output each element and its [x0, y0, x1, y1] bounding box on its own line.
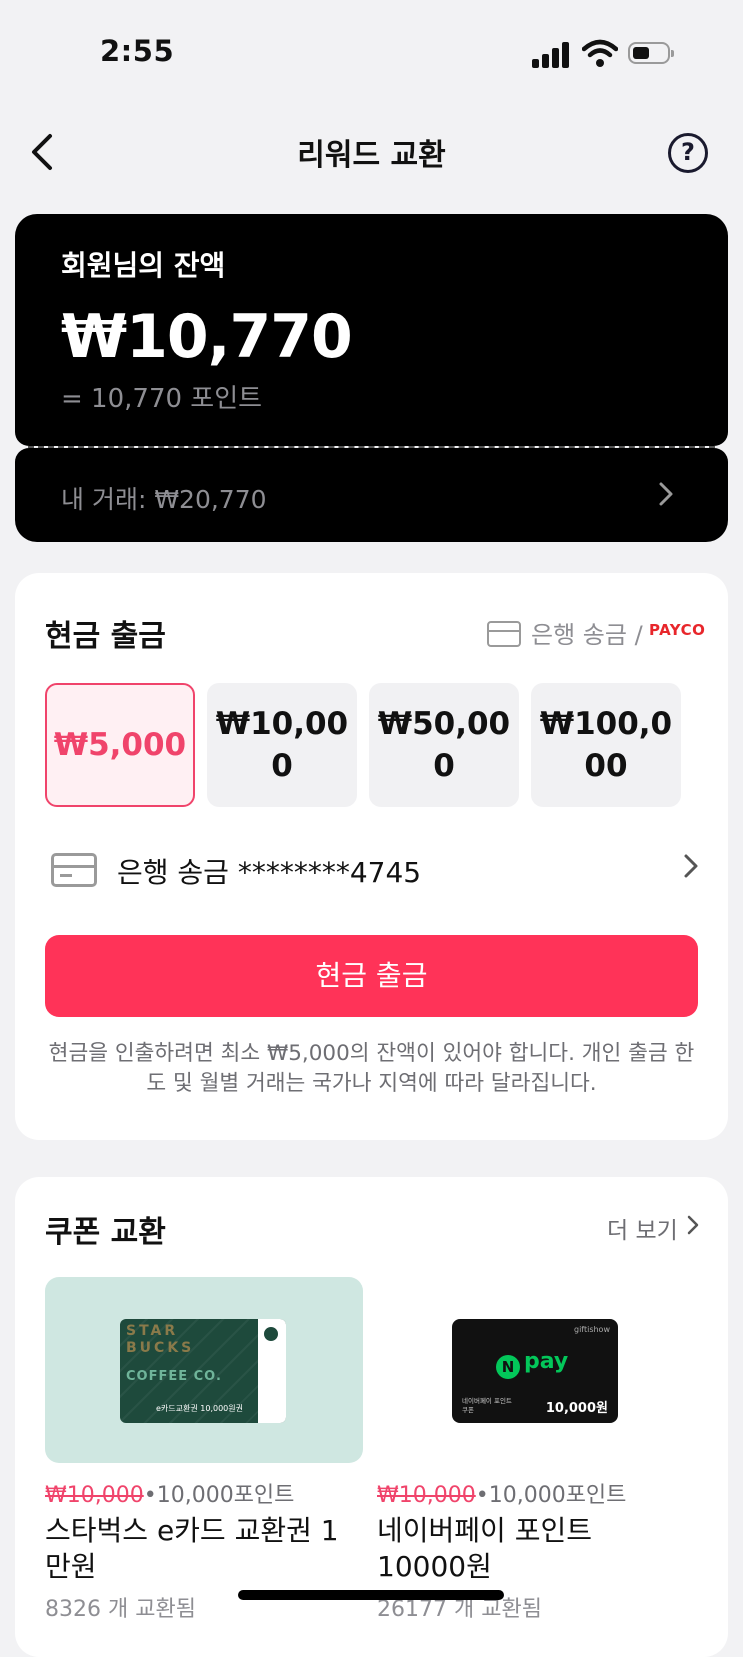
page-title: 리워드 교환 [297, 138, 446, 173]
balance-amount: ₩10,770 [61, 302, 353, 372]
balance-card: 회원님의 잔액 ₩10,770 = 10,770 포인트 [15, 214, 728, 446]
points-price: •10,000포인트 [143, 1483, 295, 1508]
chevron-right-icon [657, 480, 675, 508]
help-icon[interactable]: ? [668, 133, 708, 173]
divider [28, 446, 715, 448]
transactions-row[interactable]: 내 거래: ₩20,770 [15, 448, 728, 542]
coupon-name[interactable]: 네이버페이 포인트 10000원 [377, 1513, 657, 1585]
balance-points: = 10,770 포인트 [61, 384, 263, 414]
chevron-right-icon [687, 1215, 699, 1235]
method-label: 은행 송금 / [531, 621, 643, 649]
section-title: 쿠폰 교환 [45, 1215, 166, 1250]
exchange-count: 8326 개 교환됨 [45, 1597, 196, 1622]
bank-account-row[interactable]: 은행 송금 ********4745 [15, 823, 728, 913]
amount-option[interactable]: ₩5,000 [45, 683, 195, 807]
original-price: ₩10,000 [45, 1483, 144, 1508]
balance-label: 회원님의 잔액 [61, 249, 226, 282]
naver-logo-icon: N [496, 1355, 520, 1379]
naverpay-card-image: giftishow N pay 네이버페이 포인트 쿠폰 10,000원 [452, 1319, 618, 1423]
cellular-signal-icon [532, 40, 572, 68]
payco-logo: PAYCO [649, 621, 706, 639]
amount-option[interactable]: ₩100,000 [531, 683, 681, 807]
wifi-icon [581, 38, 619, 68]
amount-option[interactable]: ₩10,000 [207, 683, 357, 807]
status-time: 2:55 [100, 34, 175, 68]
coupon-price: ₩10,000•10,000포인트 [377, 1477, 626, 1509]
coupon-exchange-panel: 쿠폰 교환 더 보기 STAR BUCKS COFFEE CO. e카드교환권 … [15, 1177, 728, 1657]
coupon-name[interactable]: 스타벅스 e카드 교환권 1만원 [45, 1513, 345, 1585]
coupon-tile-starbucks[interactable]: STAR BUCKS COFFEE CO. e카드교환권 10,000원권 [45, 1277, 363, 1463]
coupon-tile-naverpay[interactable]: giftishow N pay 네이버페이 포인트 쿠폰 10,000원 [377, 1277, 695, 1463]
points-price: •10,000포인트 [475, 1483, 627, 1508]
cash-withdraw-panel: 현금 출금 은행 송금 / PAYCO ₩5,000 ₩10,000 ₩50,0… [15, 573, 728, 1140]
chevron-right-icon [683, 853, 699, 879]
transactions-label: 내 거래: ₩20,770 [61, 485, 267, 514]
starbucks-card-image: STAR BUCKS COFFEE CO. e카드교환권 10,000원권 [120, 1319, 286, 1423]
bank-card-icon [51, 853, 97, 887]
original-price: ₩10,000 [377, 1483, 476, 1508]
section-title: 현금 출금 [45, 619, 166, 654]
see-more-link[interactable]: 더 보기 [607, 1211, 678, 1245]
home-indicator [238, 1590, 504, 1600]
cash-withdraw-button[interactable]: 현금 출금 [45, 935, 698, 1017]
bank-account-label: 은행 송금 ********4745 [117, 856, 422, 889]
withdraw-notice: 현금을 인출하려면 최소 ₩5,000의 잔액이 있어야 합니다. 개인 출금 … [48, 1041, 695, 1096]
coupon-price: ₩10,000•10,000포인트 [45, 1477, 294, 1509]
card-icon [487, 621, 521, 647]
starbucks-logo-icon [262, 1325, 280, 1343]
amount-option[interactable]: ₩50,000 [369, 683, 519, 807]
battery-icon [628, 42, 674, 64]
